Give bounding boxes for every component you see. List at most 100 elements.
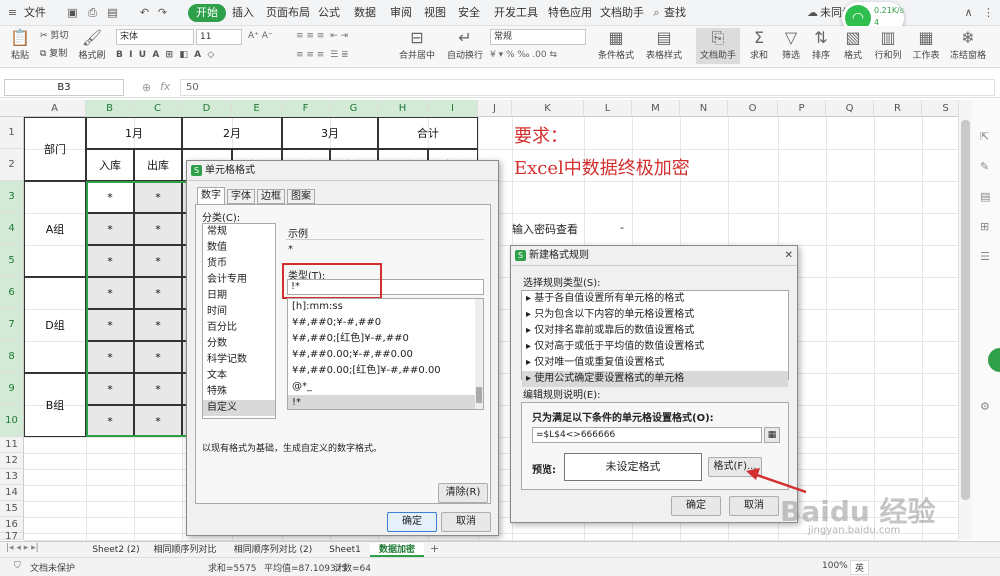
data-cell[interactable]: * — [86, 213, 134, 245]
data-cell[interactable]: * — [134, 309, 182, 341]
print-icon[interactable]: ⎙ — [86, 6, 99, 19]
data-cell[interactable]: * — [86, 405, 134, 437]
tab-border[interactable]: 边框 — [257, 189, 285, 204]
column-header-a[interactable]: A — [24, 100, 86, 117]
side-icon-1[interactable]: ⇱ — [980, 130, 989, 143]
tab-number[interactable]: 数字 — [197, 187, 225, 204]
row-header-14[interactable]: 14 — [0, 485, 24, 501]
column-header-g[interactable]: G — [330, 100, 378, 117]
sheet-tab-compare-2[interactable]: 相同顺序列对比 (2) — [226, 543, 320, 557]
format-button[interactable]: ▧ 格式 — [838, 28, 868, 61]
category-item[interactable]: 百分比 — [203, 320, 275, 336]
data-cell[interactable]: * — [134, 213, 182, 245]
vertical-scrollbar[interactable] — [958, 100, 972, 540]
data-cell[interactable]: * — [134, 341, 182, 373]
rule-type-item[interactable]: ▸ 只为包含以下内容的单元格设置格式 — [522, 307, 788, 323]
password-cell[interactable]: - — [620, 221, 624, 234]
cut-button[interactable]: ✂ 剪切 — [40, 29, 68, 43]
format-list-scrollbar[interactable] — [475, 299, 483, 409]
data-cell[interactable]: * — [86, 309, 134, 341]
row-header-4[interactable]: 4 — [0, 213, 24, 245]
row-header-2[interactable]: 2 — [0, 149, 24, 181]
category-item[interactable]: 时间 — [203, 304, 275, 320]
category-list[interactable]: 常规 数值 货币 会计专用 日期 时间 百分比 分数 科学记数 文本 特殊 自定义 — [202, 223, 276, 419]
tab-view[interactable]: 视图 — [420, 4, 450, 22]
range-select-icon[interactable]: ▦ — [764, 427, 780, 443]
row-header-15[interactable]: 15 — [0, 501, 24, 517]
data-cell[interactable]: * — [86, 277, 134, 309]
more-icon[interactable]: ⋮ — [982, 6, 995, 19]
preview-icon[interactable]: ▤ — [106, 6, 119, 19]
tab-review[interactable]: 审阅 — [386, 4, 416, 22]
rule-type-item[interactable]: ▸ 基于各自值设置所有单元格的格式 — [522, 291, 788, 307]
row-header-8[interactable]: 8 — [0, 341, 24, 373]
menu-icon[interactable]: ≡ — [6, 6, 19, 19]
filter-button[interactable]: ▽ 筛选 — [776, 28, 806, 61]
data-cell[interactable]: * — [86, 341, 134, 373]
month-header-cell[interactable]: 3月 — [282, 117, 378, 149]
side-icon-6[interactable]: ⚙ — [980, 400, 990, 413]
rule-type-item[interactable]: ▸ 仅对排名靠前或靠后的数值设置格式 — [522, 323, 788, 339]
format-item[interactable]: ¥#,##0.00;[红色]¥-#,##0.00 — [288, 363, 483, 379]
column-header-n[interactable]: N — [680, 100, 728, 117]
category-item[interactable]: 常规 — [203, 224, 275, 240]
format-item[interactable]: ¥#,##0.00;¥-#,##0.00 — [288, 347, 483, 363]
zoom-formula-icon[interactable]: ⊕ — [142, 81, 151, 94]
data-cell[interactable]: * — [86, 181, 134, 213]
row-header-5[interactable]: 5 — [0, 245, 24, 277]
sheet-tab-encrypt[interactable]: 数据加密 — [370, 543, 424, 557]
worksheet-button[interactable]: ▦ 工作表 — [906, 28, 946, 61]
tab-insert[interactable]: 插入 — [228, 4, 258, 22]
undo-icon[interactable]: ↶ — [138, 6, 151, 19]
assistant-bubble-icon[interactable] — [988, 348, 1000, 372]
format-cancel-button[interactable]: 取消 — [441, 512, 491, 532]
sum-button[interactable]: Σ 求和 — [744, 28, 774, 61]
side-icon-3[interactable]: ▤ — [980, 190, 990, 203]
data-cell[interactable]: * — [86, 373, 134, 405]
data-cell[interactable]: * — [134, 373, 182, 405]
add-sheet-icon[interactable]: + — [430, 542, 439, 555]
column-header-c[interactable]: C — [134, 100, 182, 117]
search-label[interactable]: 查找 — [660, 4, 690, 22]
side-icon-2[interactable]: ✎ — [980, 160, 989, 173]
fx-icon[interactable]: fx — [160, 80, 170, 93]
rule-type-item[interactable]: ▸ 仅对高于或低于平均值的数值设置格式 — [522, 339, 788, 355]
table-style-button[interactable]: ▤ 表格样式 — [640, 28, 688, 61]
month-header-cell[interactable]: 1月 — [86, 117, 182, 149]
row-header-9[interactable]: 9 — [0, 373, 24, 405]
row-header-17[interactable]: 17 — [0, 532, 24, 542]
month-header-cell[interactable]: 2月 — [182, 117, 282, 149]
ime-indicator[interactable]: 英 — [850, 560, 870, 575]
format-item[interactable]: ¥#,##0;[红色]¥-#,##0 — [288, 331, 483, 347]
close-icon[interactable]: ✕ — [785, 246, 793, 266]
format-list[interactable]: [h]:mm:ss ¥#,##0;¥-#,##0 ¥#,##0;[红色]¥-#,##… — [287, 298, 484, 410]
rule-ok-button[interactable]: 确定 — [671, 496, 721, 516]
sheet-tab-sheet1[interactable]: Sheet1 — [322, 543, 368, 557]
category-item[interactable]: 科学记数 — [203, 352, 275, 368]
format-item[interactable]: [h]:mm:ss — [288, 299, 483, 315]
tab-page-layout[interactable]: 页面布局 — [262, 4, 314, 22]
column-header-r[interactable]: R — [874, 100, 922, 117]
data-cell[interactable]: * — [134, 277, 182, 309]
font-size-select[interactable]: 11 — [196, 29, 242, 45]
out-header-cell[interactable]: 出库 — [134, 149, 182, 181]
row-header-10[interactable]: 10 — [0, 405, 24, 437]
category-item[interactable]: 数值 — [203, 240, 275, 256]
side-icon-4[interactable]: ⊞ — [980, 220, 989, 233]
tab-pattern[interactable]: 图案 — [287, 189, 315, 204]
column-header-d[interactable]: D — [182, 100, 232, 117]
tab-data[interactable]: 数据 — [350, 4, 380, 22]
merge-center-button[interactable]: ⊟ 合并居中 — [394, 28, 440, 61]
tab-features[interactable]: 特色应用 — [544, 4, 596, 22]
format-ok-button[interactable]: 确定 — [387, 512, 437, 532]
align-buttons-bottom[interactable]: ≡ ≡ ≡ ☰ ≣ — [296, 48, 349, 62]
tab-doc-assistant[interactable]: 文档助手 — [596, 4, 648, 22]
column-header-i[interactable]: I — [428, 100, 478, 117]
number-format-select[interactable]: 常规 — [490, 29, 586, 45]
zoom-level[interactable]: 100% — [822, 561, 848, 571]
doc-assistant-button[interactable]: ⎘ 文档助手 — [696, 28, 740, 64]
number-format-buttons[interactable]: ¥ ▾ % ‰ .00 ⇆ — [490, 48, 557, 62]
dept-header-cell[interactable]: 部门 — [24, 117, 86, 181]
rule-type-list[interactable]: ▸ 基于各自值设置所有单元格的格式 ▸ 只为包含以下内容的单元格设置格式 ▸ 仅对排… — [521, 290, 789, 387]
group-cell[interactable]: B组 — [24, 373, 86, 437]
